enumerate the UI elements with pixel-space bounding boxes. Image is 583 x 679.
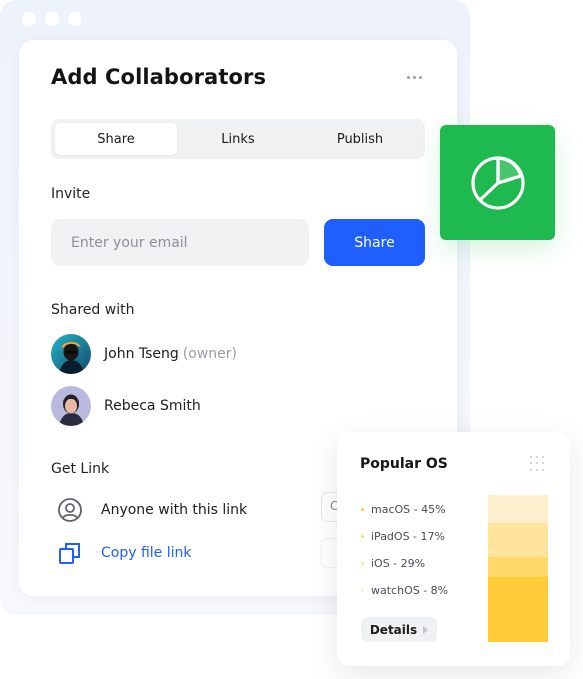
bar-segment-ios: [488, 556, 548, 578]
window-controls: [22, 12, 82, 26]
pie-chart-tile[interactable]: [440, 125, 555, 240]
copy-icon: [55, 538, 85, 568]
collaborator-row[interactable]: Rebeca Smith: [51, 386, 201, 426]
legend-label: iOS - 29%: [371, 557, 426, 570]
email-input[interactable]: [51, 219, 309, 266]
tab-publish[interactable]: Publish: [299, 123, 421, 155]
legend-item-macos: macOS - 45%: [361, 496, 448, 523]
tab-share[interactable]: Share: [55, 123, 177, 155]
collaborator-row[interactable]: John Tseng (owner): [51, 334, 237, 374]
share-button[interactable]: Share: [324, 219, 425, 266]
card-title: Popular OS: [360, 456, 448, 472]
shared-with-label: Shared with: [51, 302, 135, 318]
get-link-label: Get Link: [51, 461, 110, 477]
legend-label: macOS - 45%: [371, 503, 446, 516]
details-label: Details: [369, 622, 418, 637]
legend-dot: [361, 535, 364, 538]
window-close-dot[interactable]: [22, 12, 36, 26]
window-minimize-dot[interactable]: [45, 12, 59, 26]
tab-links[interactable]: Links: [177, 123, 299, 155]
collaborator-name: John Tseng: [104, 346, 179, 362]
dialog-title: Add Collaborators: [51, 65, 267, 89]
owner-tag: (owner): [182, 346, 237, 362]
avatar-rebeca: [51, 386, 91, 426]
link-access-text: Anyone with this link: [101, 502, 248, 518]
grip-dots-icon[interactable]: [530, 456, 546, 472]
tab-bar: Share Links Publish: [51, 119, 425, 159]
details-button[interactable]: Details: [361, 617, 437, 642]
bar-segment-ipados: [488, 522, 548, 557]
avatar-john: [51, 334, 91, 374]
legend-item-watchos: watchOS - 8%: [361, 577, 448, 604]
chart-legend: macOS - 45% iPadOS - 17% iOS - 29% watch…: [361, 496, 448, 604]
link-access-row[interactable]: Anyone with this link: [55, 495, 247, 525]
stacked-bar: [488, 495, 548, 642]
window-maximize-dot[interactable]: [68, 12, 82, 26]
legend-item-ipados: iPadOS - 17%: [361, 523, 448, 550]
bar-segment-watchos: [488, 577, 548, 642]
pie-chart-icon: [467, 152, 529, 214]
copy-link-row[interactable]: Copy file link: [55, 538, 192, 568]
copy-file-link: Copy file link: [101, 545, 192, 561]
bar-segment-macos: [488, 495, 548, 523]
legend-dot: [361, 562, 364, 565]
legend-dot: [361, 508, 364, 511]
legend-dot: [361, 589, 364, 592]
more-options-icon[interactable]: [401, 66, 427, 88]
user-circle-icon: [55, 495, 85, 525]
invite-label: Invite: [51, 186, 91, 202]
chevron-right-icon: [423, 625, 429, 634]
legend-item-ios: iOS - 29%: [361, 550, 448, 577]
legend-label: iPadOS - 17%: [371, 530, 445, 543]
popular-os-card: Popular OS macOS - 45% iPadOS - 17% iOS …: [337, 432, 570, 666]
legend-label: watchOS - 8%: [371, 584, 449, 597]
collaborator-name: Rebeca Smith: [104, 398, 201, 414]
